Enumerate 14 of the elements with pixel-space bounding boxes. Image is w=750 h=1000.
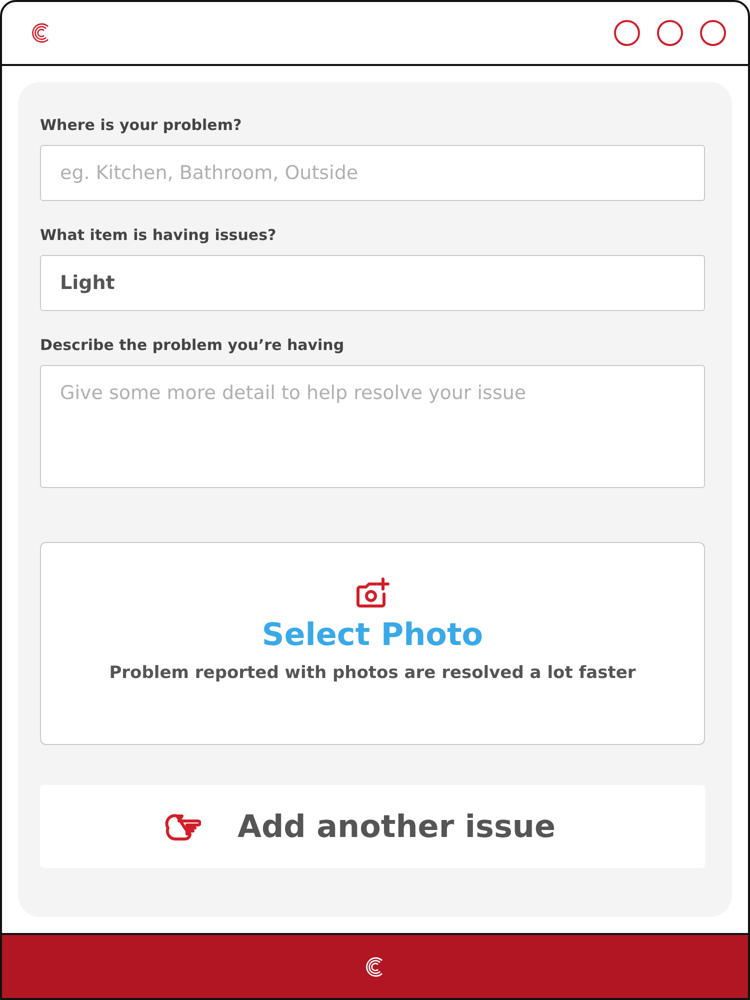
photo-upload-card[interactable]: Select Photo Problem reported with photos are resolved a lot faster — [40, 542, 705, 745]
field-label: What item is having issues? — [40, 226, 278, 244]
input-field[interactable]: eg. Kitchen, Bathroom, Outside — [40, 145, 705, 201]
add-issue-button[interactable]: Add another issue — [40, 785, 705, 868]
camera-add-icon — [356, 577, 390, 609]
window-control-button[interactable] — [700, 20, 726, 46]
photo-hint: Problem reported with photos are resolved a lot faster — [109, 663, 636, 683]
window-control-button[interactable] — [657, 20, 683, 46]
field-label: Where is your problem? — [40, 116, 243, 134]
input-field[interactable]: Light — [40, 255, 705, 311]
textarea-field[interactable]: Give some more detail to help resolve your issue — [40, 365, 705, 488]
window-control-button[interactable] — [614, 20, 640, 46]
pointing-hand-icon — [165, 812, 202, 842]
field-label: Describe the problem you’re having — [40, 336, 346, 354]
